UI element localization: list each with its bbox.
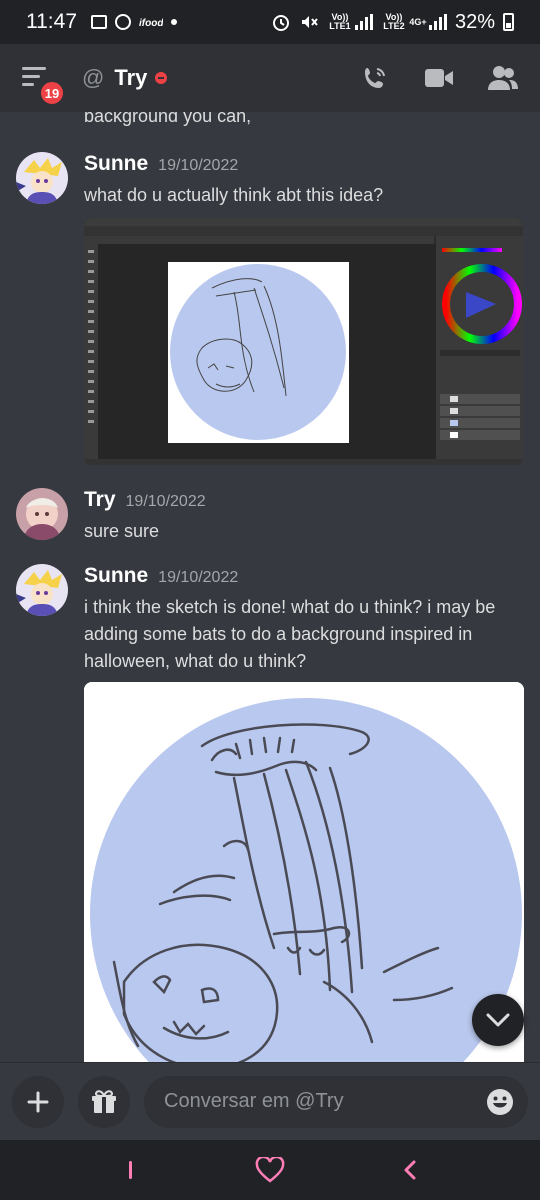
app-icon (115, 14, 131, 30)
dnd-status-icon (155, 72, 168, 84)
message-composer (0, 1062, 540, 1140)
sim2-signal: Vo)) LTE2 4G+ (381, 13, 447, 31)
avatar[interactable] (16, 488, 68, 540)
message-text: i think the sketch is done! what do u th… (84, 597, 496, 671)
recent-apps-button[interactable] (110, 1155, 150, 1185)
svg-text:ifood: ifood (139, 18, 163, 29)
message-list[interactable]: background you can, Sunne 19/10/2022 wha… (0, 112, 540, 1062)
message-input[interactable] (164, 1090, 486, 1113)
ifood-icon: ifood (139, 18, 163, 29)
heart-icon (255, 1157, 285, 1183)
battery-percent: 32% (454, 10, 495, 33)
image-attachment-photoshop[interactable] (84, 218, 523, 465)
voice-call-button[interactable] (360, 63, 390, 93)
avatar[interactable] (16, 152, 68, 204)
video-camera-icon (425, 69, 453, 87)
timestamp: 19/10/2022 (125, 493, 206, 510)
image-attachment-sketch[interactable] (84, 682, 524, 1062)
unread-badge: 19 (38, 79, 66, 107)
author-name[interactable]: Sunne (84, 152, 148, 176)
add-attachment-button[interactable] (12, 1075, 64, 1128)
avatar[interactable] (16, 564, 68, 616)
channel-header: 19 @ Try (0, 44, 540, 112)
channel-title[interactable]: Try (114, 65, 147, 91)
status-bar: 11:47 ifood Vo)) LTE1 Vo)) LTE2 4G+ 32% (0, 0, 540, 44)
notification-icons: ifood (91, 14, 177, 30)
chat-input-container[interactable] (144, 1075, 528, 1128)
jump-to-bottom-button[interactable] (472, 994, 524, 1046)
author-name[interactable]: Sunne (84, 564, 148, 588)
back-chevron-icon (404, 1160, 416, 1180)
author-name[interactable]: Try (84, 488, 116, 512)
more-dot-icon (171, 19, 177, 25)
mute-icon (301, 16, 318, 28)
status-time: 11:47 (26, 10, 77, 33)
message-text: sure sure (84, 521, 160, 541)
timestamp: 19/10/2022 (158, 569, 239, 586)
battery-icon (503, 13, 514, 31)
back-button[interactable] (390, 1155, 430, 1185)
message-item[interactable]: Sunne 19/10/2022 what do u actually thin… (0, 152, 540, 512)
message-item[interactable]: Try 19/10/2022 sure sure (0, 488, 540, 552)
message-text: what do u actually think abt this idea? (84, 185, 384, 205)
system-navigation-bar (0, 1140, 540, 1200)
timestamp: 19/10/2022 (158, 157, 239, 174)
video-call-button[interactable] (424, 63, 454, 93)
gallery-icon (91, 15, 107, 29)
at-icon: @ (82, 65, 105, 90)
sim1-signal: Vo)) LTE1 (327, 13, 373, 31)
menu-button[interactable]: 19 (22, 67, 66, 107)
plus-icon (27, 1091, 49, 1112)
recents-icon (128, 1161, 132, 1179)
phone-call-icon (365, 68, 385, 88)
chevron-down-icon (486, 1013, 510, 1027)
emoji-icon[interactable] (486, 1088, 514, 1116)
home-button[interactable] (250, 1155, 290, 1185)
system-icons: Vo)) LTE1 Vo)) LTE2 4G+ 32% (271, 11, 514, 34)
message-item[interactable]: Sunne 19/10/2022 i think the sketch is d… (0, 564, 540, 1062)
gift-button[interactable] (78, 1075, 130, 1128)
members-button[interactable] (488, 63, 518, 93)
previous-message-fragment: background you can, (84, 112, 252, 126)
gift-icon (92, 1089, 116, 1113)
alarm-icon (272, 15, 289, 31)
members-icon (488, 66, 518, 90)
